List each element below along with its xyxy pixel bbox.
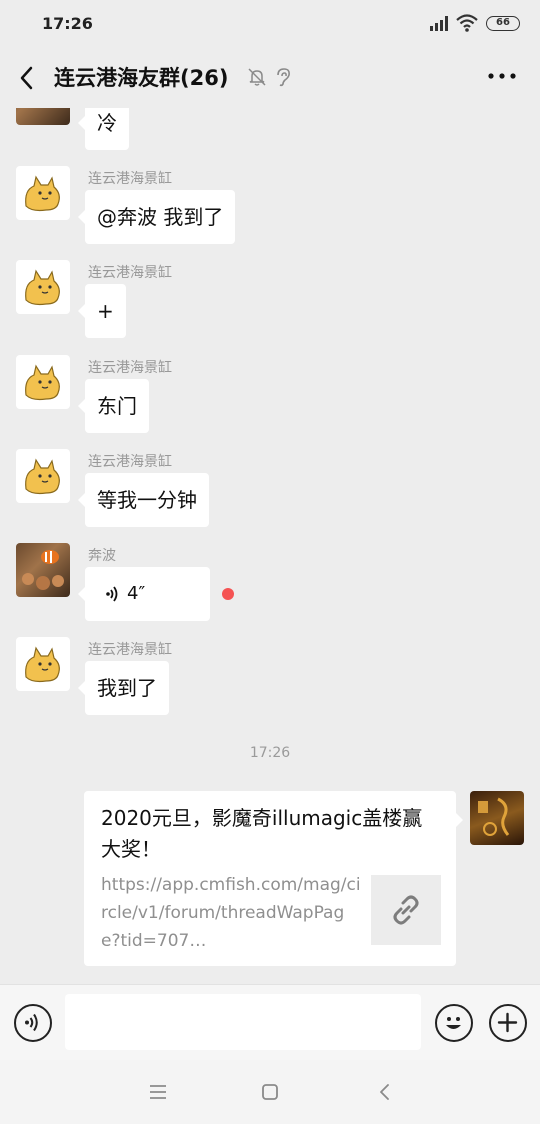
link-thumbnail xyxy=(371,875,441,945)
avatar[interactable] xyxy=(16,355,70,409)
plus-icon xyxy=(497,1012,518,1033)
bell-off-icon xyxy=(248,68,266,86)
cat-avatar-icon xyxy=(25,175,60,212)
voice-icon xyxy=(106,586,118,602)
avatar[interactable] xyxy=(16,543,70,597)
sender-name: 连云港海景缸 xyxy=(88,171,172,187)
signal-icon xyxy=(430,16,452,31)
status-bar: 17:26 66 xyxy=(0,0,540,48)
voice-icon xyxy=(25,1013,38,1032)
avatar[interactable] xyxy=(16,260,70,314)
plus-button[interactable] xyxy=(489,1004,527,1042)
chat-title: 连云港海友群(26) xyxy=(54,66,229,90)
ear-icon xyxy=(277,68,290,87)
cat-avatar-icon xyxy=(25,646,60,683)
voice-input-button[interactable] xyxy=(14,1004,52,1042)
avatar[interactable] xyxy=(16,108,70,125)
message-bubble[interactable]: 冷 xyxy=(78,108,129,150)
my-avatar[interactable] xyxy=(470,791,524,845)
menu-icon[interactable] xyxy=(149,1084,167,1100)
emoji-button[interactable] xyxy=(435,1004,473,1042)
home-icon[interactable] xyxy=(261,1083,279,1101)
voice-message-bubble[interactable]: 4″ xyxy=(78,567,210,621)
chat-header: 连云港海友群(26) xyxy=(0,48,540,108)
more-dots-icon[interactable] xyxy=(486,70,518,82)
sender-name: 连云港海景缸 xyxy=(88,454,172,470)
battery-icon: 66 xyxy=(486,16,520,31)
input-bar xyxy=(0,984,540,1060)
message-bubble[interactable]: 等我一分钟 xyxy=(78,473,209,527)
message-timestamp: 17:26 xyxy=(249,745,291,761)
avatar[interactable] xyxy=(16,637,70,691)
cat-avatar-icon xyxy=(25,364,60,401)
emoji-icon xyxy=(446,1017,461,1029)
link-card-title: 2020元旦，影魔奇illumagic盖楼赢大奖！ xyxy=(101,806,423,861)
message-bubble[interactable]: @奔波 我到了 xyxy=(77,190,236,244)
link-card-url: https://app.cmfish.com/mag/circle/v1/for… xyxy=(101,875,361,951)
dragon-avatar-icon xyxy=(478,797,510,836)
sender-name: 连云港海景缸 xyxy=(88,360,172,376)
message-bubble[interactable]: 我到了 xyxy=(78,661,169,715)
fish-avatar-icon xyxy=(22,550,64,590)
voice-duration: 4″ xyxy=(127,583,146,604)
wifi-icon xyxy=(456,14,478,32)
message-list[interactable]: 冷 连云港海景缸 @奔波 我到了 连云港海景缸 + 连云港海景缸 东门 连云港海… xyxy=(0,108,540,984)
link-card[interactable]: 2020元旦，影魔奇illumagic盖楼赢大奖！ https://app.cm… xyxy=(84,791,463,966)
back-arrow-icon[interactable] xyxy=(14,62,42,94)
avatar[interactable] xyxy=(16,166,70,220)
sender-name: 连云港海景缸 xyxy=(88,642,172,658)
message-input[interactable] xyxy=(65,994,421,1050)
sender-name: 奔波 xyxy=(88,548,116,564)
link-icon xyxy=(393,895,419,925)
system-nav-bar xyxy=(0,1060,540,1124)
nav-back-icon[interactable] xyxy=(377,1083,391,1101)
message-bubble[interactable]: + xyxy=(78,284,126,338)
sender-name: 连云港海景缸 xyxy=(88,265,172,281)
message-bubble[interactable]: 东门 xyxy=(78,379,149,433)
unread-dot xyxy=(222,588,234,600)
cat-avatar-icon xyxy=(25,269,60,306)
avatar[interactable] xyxy=(16,449,70,503)
status-time: 17:26 xyxy=(42,14,93,33)
cat-avatar-icon xyxy=(25,458,60,495)
